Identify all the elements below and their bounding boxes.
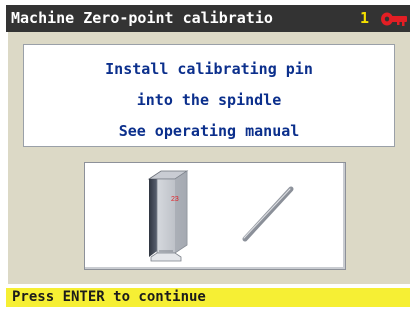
window-title: Machine Zero-point calibratio	[11, 9, 273, 27]
content-panel: Install calibrating pin into the spindle…	[8, 32, 410, 284]
clamp-block-icon: 23	[147, 170, 189, 262]
key-logo-icon	[381, 12, 407, 26]
instruction-line-3: See operating manual	[118, 122, 300, 140]
block-label: 23	[171, 196, 179, 203]
status-text: Press ENTER to continue	[12, 289, 206, 305]
instruction-box: Install calibrating pin into the spindle…	[23, 44, 395, 147]
title-bar: Machine Zero-point calibratio 1	[6, 5, 410, 32]
page-number: 1	[360, 9, 370, 27]
machine-screen: Machine Zero-point calibratio 1 Install …	[0, 0, 416, 309]
calibrating-pin-icon	[242, 186, 294, 242]
instruction-line-1: Install calibrating pin	[105, 60, 313, 78]
instruction-line-2: into the spindle	[136, 91, 282, 109]
illustration-box: 23	[84, 162, 346, 270]
status-bar: Press ENTER to continue	[6, 288, 410, 307]
